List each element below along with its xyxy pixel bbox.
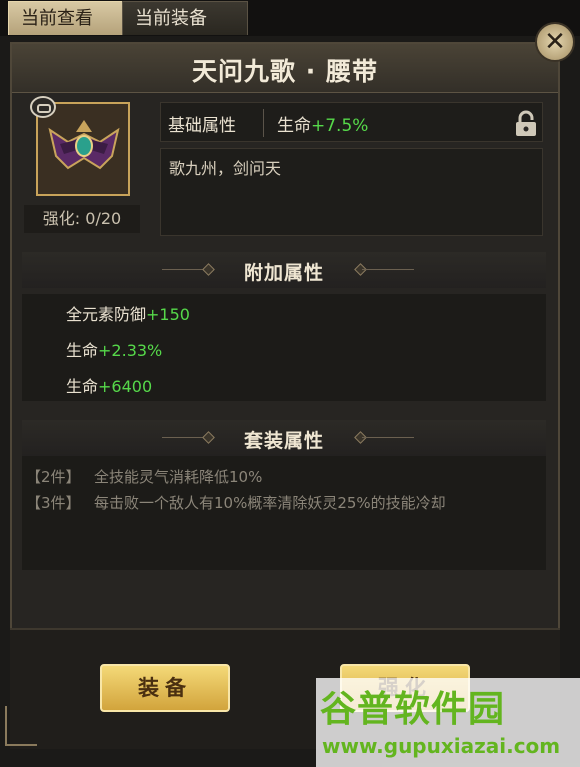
set-piece-tag: 【2件】: [26, 468, 81, 486]
ornament-line: [362, 437, 414, 438]
item-description: 歌九州，剑问天: [169, 159, 282, 178]
set-attributes-header: 套装属性: [22, 420, 546, 456]
title-bar: 天问九歌 · 腰带: [12, 44, 558, 93]
extra-attribute-item: 全元素防御+150: [66, 301, 190, 325]
set-bonus-text: 全技能灵气消耗降低10%: [94, 468, 263, 486]
corner-ornament: [5, 706, 37, 746]
ornament-line: [362, 269, 414, 270]
set-attributes-list: 【2件】 全技能灵气消耗降低10% 【3件】 每击败一个敌人有10%概率清除妖灵…: [22, 456, 546, 570]
extra-attribute-item: 生命+6400: [66, 373, 152, 397]
divider: [263, 109, 264, 137]
extra-attributes-header: 附加属性: [22, 252, 546, 288]
base-attribute-stat: 生命: [277, 116, 311, 136]
base-attribute-row: 基础属性 生命+7.5%: [160, 102, 543, 142]
watermark-brand: 谷普软件园: [320, 689, 506, 730]
enhance-level: 强化: 0/20: [24, 205, 140, 233]
set-bonus-text: 每击败一个敌人有10%概率清除妖灵25%的技能冷却: [94, 494, 446, 512]
item-belt-icon: [48, 120, 120, 170]
equip-button[interactable]: 装备: [100, 664, 230, 712]
lock-icon[interactable]: [513, 110, 539, 138]
item-title: 天问九歌 · 腰带: [192, 57, 378, 86]
chat-badge-icon[interactable]: [30, 96, 56, 118]
attribute-value: +2.33%: [98, 341, 163, 360]
attribute-stat: 生命: [66, 341, 99, 360]
set-piece-tag: 【3件】: [26, 494, 81, 512]
watermark-url: www.gupuxiazai.com: [322, 734, 561, 758]
item-description-box: 歌九州，剑问天: [160, 148, 543, 236]
extra-attributes-title: 附加属性: [243, 262, 324, 284]
base-attribute-value: 生命+7.5%: [277, 111, 368, 136]
extra-attributes-list: 全元素防御+150 生命+2.33% 生命+6400: [22, 294, 546, 401]
tab-current-equipment[interactable]: 当前装备: [122, 1, 248, 35]
watermark: 谷普软件园 www.gupuxiazai.com: [316, 678, 580, 767]
lock-icon-svg: [516, 110, 536, 136]
tab-current-view[interactable]: 当前查看: [8, 1, 131, 35]
set-attributes-title: 套装属性: [243, 430, 324, 452]
attribute-stat: 全元素防御: [66, 305, 147, 324]
attribute-value: +6400: [98, 377, 153, 396]
attribute-value: +150: [146, 305, 190, 324]
extra-attribute-item: 生命+2.33%: [66, 337, 162, 361]
tab-bar: 当前查看 当前装备: [0, 0, 580, 36]
close-icon[interactable]: ✕: [535, 22, 575, 62]
base-attribute-label: 基础属性: [168, 116, 236, 136]
base-attribute-bonus: +7.5%: [311, 116, 369, 136]
attribute-stat: 生命: [66, 377, 99, 396]
